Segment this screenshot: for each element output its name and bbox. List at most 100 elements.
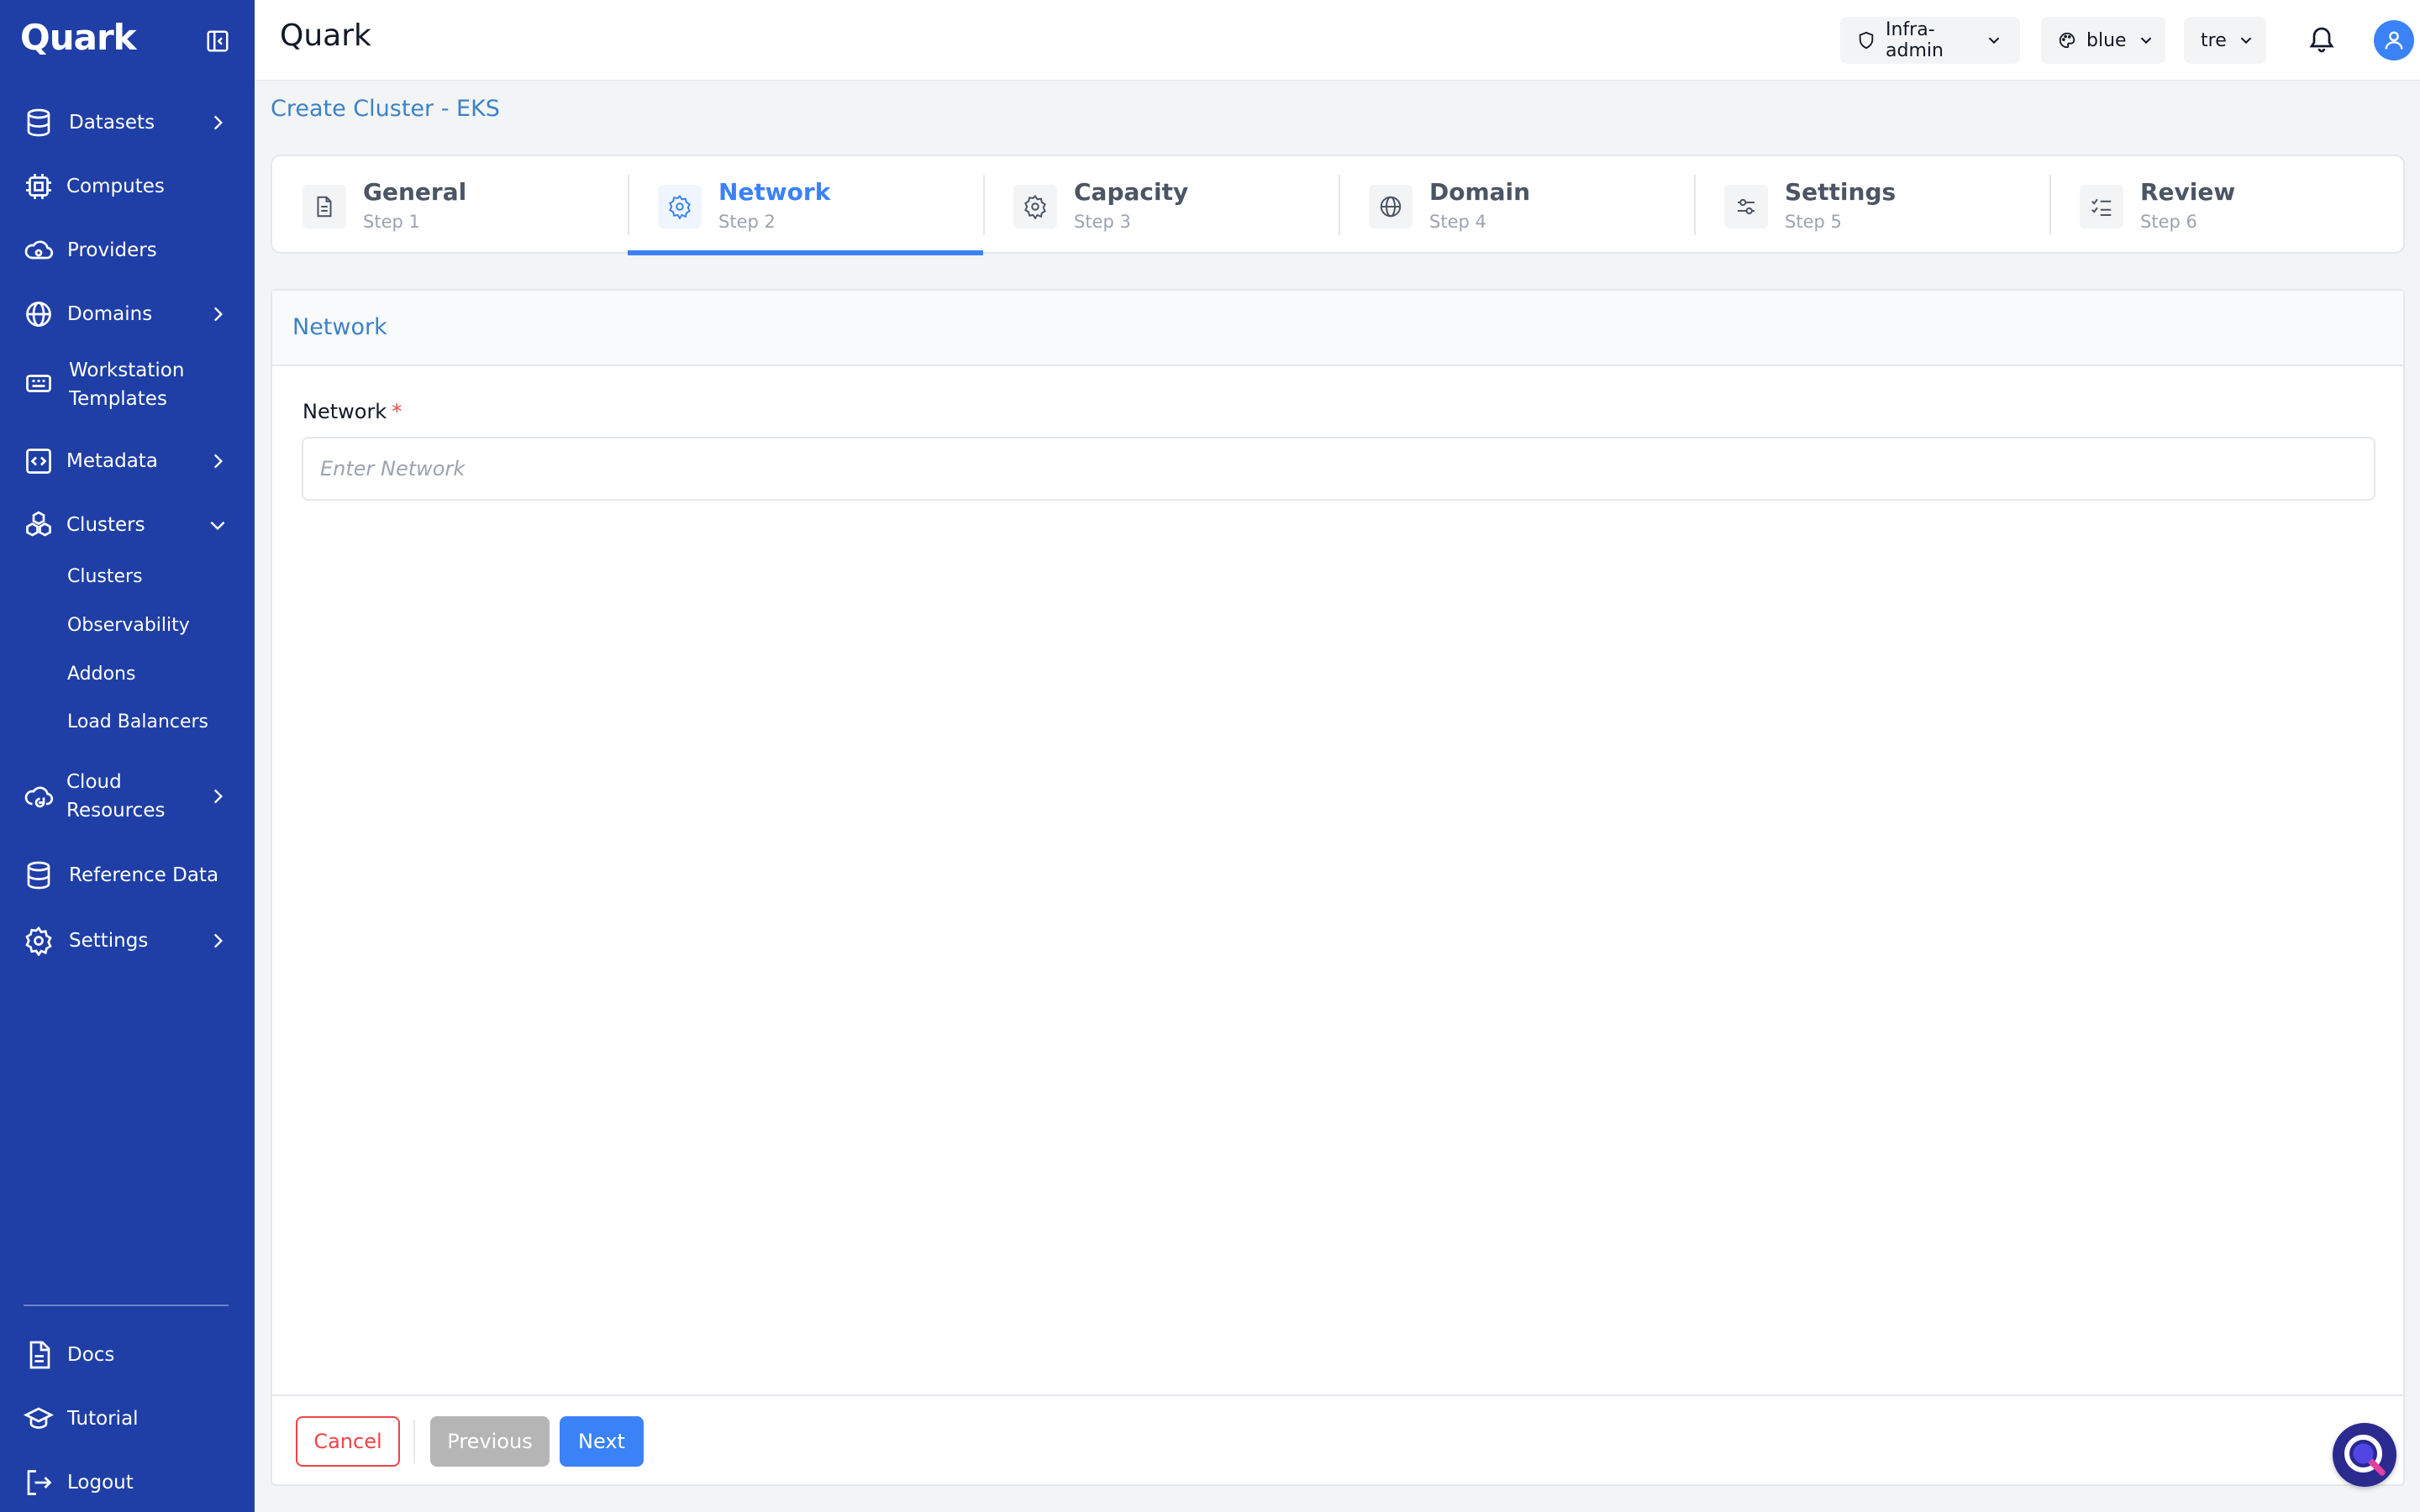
graduation-cap-icon bbox=[24, 1404, 54, 1434]
gear-icon bbox=[658, 185, 702, 228]
sidebar-item-tutorial[interactable]: Tutorial bbox=[0, 1395, 255, 1442]
brand-logo[interactable]: Quark bbox=[20, 17, 137, 58]
user-icon bbox=[2382, 29, 2406, 52]
theme-select-value: blue bbox=[2086, 29, 2127, 51]
step-domain[interactable]: Domain Step 4 bbox=[1339, 156, 1694, 254]
sidebar-item-clusters[interactable]: Clusters bbox=[0, 501, 255, 549]
step-settings[interactable]: Settings Step 5 bbox=[1694, 156, 2049, 254]
sidebar-item-providers[interactable]: Providers bbox=[0, 227, 255, 274]
sidebar-item-label: Clusters bbox=[66, 514, 145, 536]
step-title: General bbox=[363, 178, 467, 206]
chevron-right-icon bbox=[207, 450, 229, 472]
step-review[interactable]: Review Step 6 bbox=[2049, 156, 2405, 254]
sidebar-subitem-clusters[interactable]: Clusters bbox=[67, 566, 143, 587]
sidebar-item-label: Computes bbox=[66, 176, 165, 197]
bell-icon[interactable] bbox=[2307, 24, 2337, 54]
sidebar-item-settings[interactable]: Settings bbox=[0, 917, 255, 964]
gear-icon bbox=[24, 926, 54, 956]
next-button[interactable]: Next bbox=[560, 1416, 644, 1467]
sidebar-item-domains[interactable]: Domains bbox=[0, 291, 255, 338]
sidebar-divider bbox=[24, 1305, 229, 1306]
cloud-refresh-icon bbox=[24, 781, 54, 811]
sidebar-collapse-icon[interactable] bbox=[205, 29, 230, 54]
sidebar-item-label: Cloud bbox=[66, 771, 122, 793]
shield-icon bbox=[1857, 31, 1876, 50]
wizard-stepper: General Step 1 Network Step 2 Capacity S… bbox=[271, 155, 2405, 255]
chevron-right-icon bbox=[207, 112, 229, 134]
sidebar-item-label: Docs bbox=[67, 1344, 115, 1366]
sidebar-item-label: Metadata bbox=[66, 450, 158, 472]
network-label-text: Network bbox=[302, 400, 387, 423]
sidebar-item-label-line2: Resources bbox=[66, 800, 166, 822]
checklist-icon bbox=[2080, 185, 2123, 228]
step-capacity[interactable]: Capacity Step 3 bbox=[983, 156, 1339, 254]
sidebar-item-label: Reference Data bbox=[69, 864, 219, 886]
user-avatar[interactable] bbox=[2374, 20, 2414, 60]
step-general[interactable]: General Step 1 bbox=[272, 156, 628, 254]
sidebar-item-label-line2: Templates bbox=[69, 388, 167, 410]
sidebar-item-cloud-resources[interactable]: Cloud Resources bbox=[0, 763, 255, 830]
database-icon bbox=[24, 108, 54, 138]
top-header: Quark Infra-admin blue tre bbox=[255, 0, 2420, 81]
chevron-right-icon bbox=[207, 930, 229, 952]
logout-icon bbox=[24, 1467, 54, 1498]
section-title: Network bbox=[292, 314, 387, 340]
sidebar: Quark Datasets Computes Providers Domain… bbox=[0, 0, 255, 1512]
role-select-value: Infra-admin bbox=[1886, 19, 1944, 61]
cluster-icon bbox=[24, 510, 54, 540]
sidebar-item-label: Workstation bbox=[69, 360, 185, 381]
previous-button[interactable]: Previous bbox=[430, 1416, 550, 1467]
tenant-select-value: tre bbox=[2201, 29, 2227, 51]
role-select[interactable]: Infra-admin bbox=[1840, 17, 2020, 64]
sidebar-item-docs[interactable]: Docs bbox=[0, 1331, 255, 1378]
sidebar-item-label: Settings bbox=[69, 930, 149, 952]
sidebar-item-computes[interactable]: Computes bbox=[0, 163, 255, 210]
gear-icon bbox=[1013, 185, 1057, 228]
step-title: Domain bbox=[1429, 178, 1531, 206]
sidebar-item-label: Domains bbox=[67, 303, 153, 325]
active-step-indicator bbox=[628, 250, 983, 255]
tenant-select[interactable]: tre bbox=[2184, 17, 2266, 64]
sidebar-subitem-load-balancers[interactable]: Load Balancers bbox=[67, 711, 208, 732]
chevron-down-icon bbox=[1985, 31, 2003, 50]
globe-icon bbox=[1369, 185, 1413, 228]
sidebar-item-label: Datasets bbox=[69, 112, 155, 134]
sidebar-item-workstation-templates[interactable]: Workstation Templates bbox=[0, 351, 255, 418]
step-number: Step 5 bbox=[1785, 212, 1842, 232]
chevron-down-icon bbox=[2137, 31, 2155, 50]
chevron-right-icon bbox=[207, 785, 229, 807]
sidebar-item-logout[interactable]: Logout bbox=[0, 1459, 255, 1506]
cancel-button[interactable]: Cancel bbox=[296, 1416, 400, 1467]
button-divider bbox=[413, 1420, 415, 1463]
step-number: Step 4 bbox=[1429, 212, 1486, 232]
sidebar-subitem-observability[interactable]: Observability bbox=[67, 615, 190, 636]
globe-icon bbox=[24, 299, 54, 329]
step-title: Network bbox=[718, 178, 831, 206]
step-title: Review bbox=[2140, 178, 2236, 206]
sidebar-subitem-addons[interactable]: Addons bbox=[67, 664, 135, 685]
chevron-down-icon bbox=[207, 514, 229, 536]
theme-select[interactable]: blue bbox=[2041, 17, 2165, 64]
file-icon bbox=[302, 185, 346, 228]
sidebar-item-label: Providers bbox=[67, 239, 157, 261]
chevron-right-icon bbox=[207, 303, 229, 325]
sidebar-item-datasets[interactable]: Datasets bbox=[0, 99, 255, 146]
sidebar-item-metadata[interactable]: Metadata bbox=[0, 438, 255, 485]
document-icon bbox=[24, 1340, 54, 1370]
cloud-provider-icon bbox=[24, 235, 54, 265]
code-icon bbox=[24, 446, 54, 476]
sidebar-item-label: Logout bbox=[67, 1472, 134, 1494]
app-title: Quark bbox=[280, 18, 371, 53]
sidebar-item-reference-data[interactable]: Reference Data bbox=[0, 852, 255, 899]
workstation-icon bbox=[24, 370, 54, 400]
network-input[interactable] bbox=[302, 437, 2375, 501]
required-marker: * bbox=[392, 400, 402, 423]
database-icon bbox=[24, 860, 54, 890]
sidebar-item-label: Tutorial bbox=[67, 1408, 139, 1430]
step-number: Step 6 bbox=[2140, 212, 2197, 232]
chat-assistant-button[interactable] bbox=[2333, 1423, 2396, 1487]
step-network[interactable]: Network Step 2 bbox=[628, 156, 983, 255]
palette-icon bbox=[2058, 31, 2076, 50]
cpu-icon bbox=[24, 171, 54, 202]
step-title: Capacity bbox=[1074, 178, 1189, 206]
